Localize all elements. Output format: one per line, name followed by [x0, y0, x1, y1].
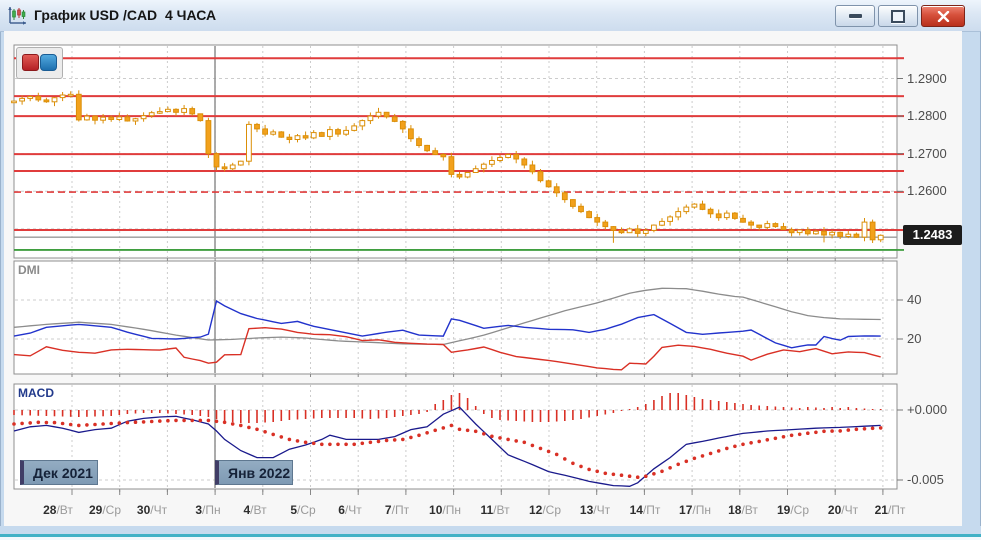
restore-icon — [891, 9, 905, 23]
blue-marker-button[interactable] — [40, 54, 57, 71]
chart-client-area: DMI MACD Дек 2021 Янв 2022 1.2483 1.2900… — [4, 31, 962, 526]
window-title: График USD /CAD 4 ЧАСА — [34, 7, 217, 23]
title-bar: График USD /CAD 4 ЧАСА — [0, 0, 981, 32]
app-window: График USD /CAD 4 ЧАСА DMI MACD Дек 2021… — [0, 0, 981, 540]
red-marker-button[interactable] — [22, 54, 39, 71]
window-controls — [835, 5, 965, 27]
close-button[interactable] — [921, 5, 965, 27]
minimize-button[interactable] — [835, 5, 875, 27]
chart-toolbar — [16, 47, 63, 79]
chart-canvas[interactable] — [4, 31, 960, 525]
close-icon — [937, 10, 949, 22]
restore-button[interactable] — [878, 5, 918, 27]
chart-icon — [8, 7, 26, 25]
window-frame-bottom — [0, 526, 981, 540]
minimize-icon — [848, 14, 862, 18]
